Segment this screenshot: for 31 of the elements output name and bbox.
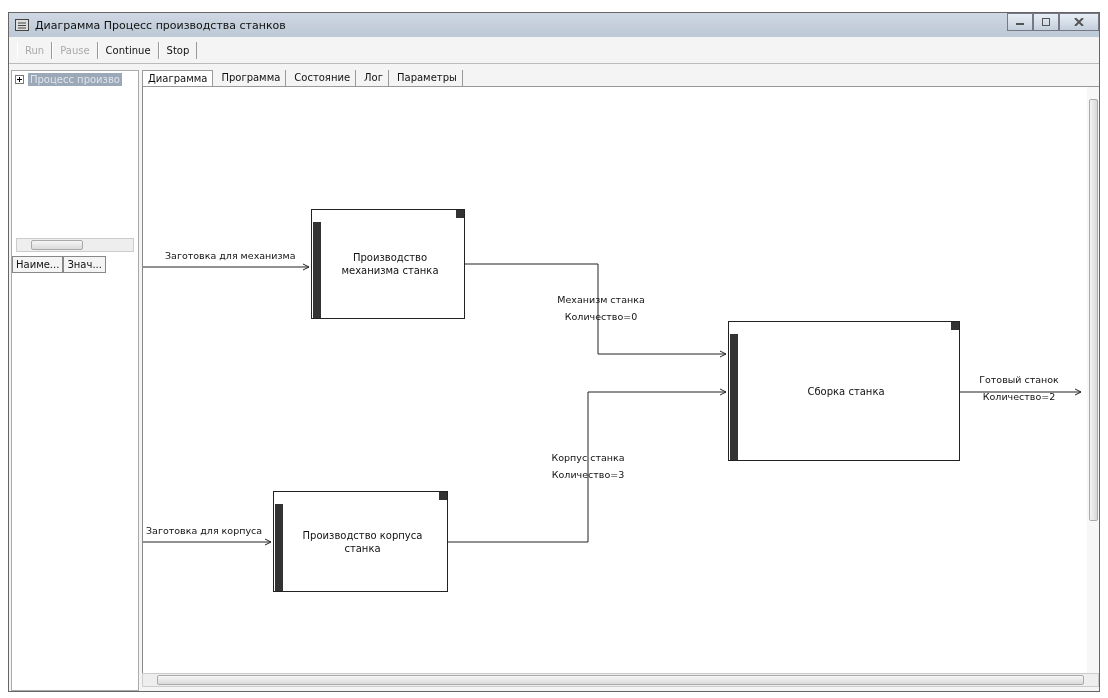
- maximize-icon: [1041, 18, 1051, 26]
- horizontal-scrollbar[interactable]: [16, 238, 134, 252]
- process-block[interactable]: Производство корпуса станка: [273, 491, 448, 592]
- minimize-button[interactable]: [1007, 13, 1033, 31]
- tab[interactable]: Состояние: [289, 70, 357, 86]
- close-icon: [1074, 18, 1084, 26]
- toolbar-button[interactable]: Stop: [158, 42, 198, 59]
- flow-label: Заготовка для механизма: [165, 250, 296, 261]
- process-block[interactable]: Сборка станка: [728, 321, 960, 461]
- toolbar-button[interactable]: Continue: [97, 42, 159, 59]
- flow-label: Механизм станка: [557, 294, 645, 305]
- flow-label: Готовый станок: [979, 374, 1059, 385]
- column-header[interactable]: Знач...: [63, 256, 106, 273]
- tab[interactable]: Параметры: [392, 70, 463, 86]
- tab[interactable]: Лог: [359, 70, 389, 86]
- close-button[interactable]: [1059, 13, 1099, 31]
- flow-label: Корпус станка: [551, 452, 625, 463]
- quantity-label: Количество=2: [982, 391, 1056, 402]
- quantity-label: Количество=0: [564, 311, 638, 322]
- column-header[interactable]: Наиме...: [12, 256, 64, 273]
- expand-icon[interactable]: [15, 75, 24, 84]
- window-title: Диаграмма Процесс производства станков: [35, 18, 286, 32]
- window-icon: [15, 19, 29, 31]
- horizontal-scrollbar[interactable]: [142, 673, 1099, 687]
- vertical-scrollbar[interactable]: [1087, 87, 1099, 673]
- process-block[interactable]: Производство механизма станка: [311, 209, 465, 319]
- flow-label: Заготовка для корпуса: [146, 525, 263, 536]
- tab[interactable]: Диаграмма: [142, 70, 214, 86]
- maximize-button[interactable]: [1033, 13, 1059, 31]
- tab[interactable]: Программа: [216, 70, 287, 86]
- quantity-label: Количество=3: [551, 469, 625, 480]
